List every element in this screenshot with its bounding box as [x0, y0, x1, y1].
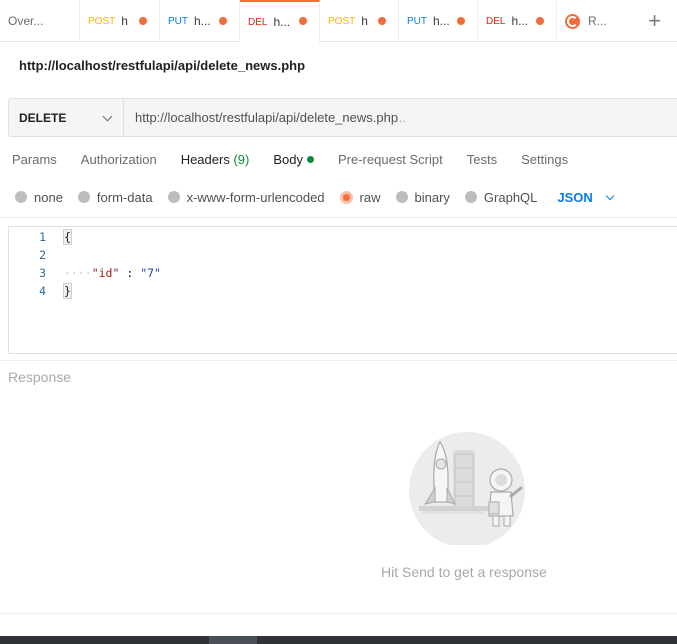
- code-text: {: [63, 229, 72, 245]
- tab-method: DEL: [486, 15, 506, 27]
- request-subtabs: Params Authorization Headers (9) Body Pr…: [12, 152, 592, 172]
- tab-put-request-2[interactable]: PUT h...: [399, 0, 478, 42]
- radio-raw[interactable]: raw: [339, 189, 381, 205]
- tab-headers[interactable]: Headers (9): [181, 152, 250, 172]
- json-key: "id": [91, 266, 120, 280]
- tab-label: h: [121, 14, 128, 28]
- code-line: 4 }: [9, 282, 677, 300]
- line-number: 4: [39, 284, 46, 298]
- line-number: 3: [39, 266, 46, 280]
- method-select[interactable]: DELETE: [9, 99, 124, 136]
- url-overflow-ellipsis: ...: [395, 110, 406, 125]
- tab-label: h...: [194, 14, 211, 28]
- tab-post-request-2[interactable]: POST h: [320, 0, 399, 42]
- close-brace: }: [63, 283, 72, 299]
- status-bar-segment[interactable]: [209, 636, 257, 644]
- radio-label: GraphQL: [483, 189, 538, 205]
- tab-method: PUT: [407, 15, 427, 27]
- tab-settings[interactable]: Settings: [521, 152, 568, 172]
- tab-prerequest-script[interactable]: Pre-request Script: [338, 152, 443, 172]
- radio-circle-icon: [167, 191, 180, 203]
- divider: [0, 360, 677, 361]
- radio-label: raw: [359, 189, 381, 205]
- new-tab-button[interactable]: +: [632, 0, 677, 41]
- tab-method: POST: [88, 15, 116, 27]
- line-number: 2: [39, 248, 46, 262]
- tab-label: h...: [511, 14, 529, 28]
- radio-circle-icon: [77, 191, 90, 203]
- divider: [0, 613, 677, 614]
- runner-icon: [565, 13, 580, 29]
- tab-body-label: Body: [273, 152, 303, 167]
- tab-params[interactable]: Params: [12, 152, 57, 172]
- chevron-down-icon: [102, 111, 113, 122]
- unsaved-dot-icon: [457, 17, 465, 25]
- tab-label: Over...: [8, 14, 44, 28]
- tab-authorization[interactable]: Authorization: [81, 152, 157, 172]
- radio-binary[interactable]: binary: [395, 189, 450, 205]
- indent-whitespace: ····: [64, 266, 92, 280]
- language-select[interactable]: JSON: [557, 189, 615, 205]
- tab-headers-label: Headers: [180, 152, 230, 167]
- tab-method: PUT: [168, 15, 188, 27]
- unsaved-dot-icon: [219, 17, 227, 25]
- tab-body[interactable]: Body: [273, 152, 314, 172]
- rocket-astronaut-icon: [409, 432, 525, 545]
- radio-circle-icon: [464, 191, 477, 203]
- code-line: 1 {: [9, 228, 677, 246]
- radio-label: binary: [414, 189, 450, 205]
- status-bar: [0, 636, 677, 644]
- tab-overview[interactable]: Over...: [0, 0, 80, 42]
- json-colon: :: [119, 266, 141, 280]
- radio-none[interactable]: none: [15, 190, 63, 205]
- tab-put-request[interactable]: PUT h...: [160, 0, 240, 42]
- tab-delete-request-2[interactable]: DEL h...: [478, 0, 557, 42]
- active-dot-icon: [306, 156, 314, 163]
- tab-method: POST: [328, 15, 356, 27]
- unsaved-dot-icon: [378, 17, 386, 25]
- tab-label: h...: [433, 14, 450, 28]
- tab-label: h...: [273, 15, 291, 29]
- tab-runner[interactable]: R...: [557, 0, 632, 42]
- tab-method: DEL: [248, 16, 268, 28]
- request-title[interactable]: http://localhost/restfulapi/api/delete_n…: [19, 58, 305, 73]
- radio-label: none: [34, 189, 63, 205]
- tab-label: R...: [588, 14, 607, 28]
- divider: [0, 217, 677, 218]
- radio-urlencoded[interactable]: x-www-form-urlencoded: [167, 189, 325, 205]
- tab-label: h: [361, 14, 368, 28]
- body-type-selector: none form-data x-www-form-urlencoded raw…: [15, 189, 615, 205]
- json-value: "7": [140, 266, 161, 280]
- radio-circle-icon: [15, 191, 27, 203]
- body-code-editor[interactable]: 1 { 2 3 ····"id" : "7" 4 }: [8, 226, 677, 354]
- code-line: 2: [9, 246, 677, 264]
- unsaved-dot-icon: [139, 17, 147, 25]
- radio-graphql[interactable]: GraphQL: [464, 189, 538, 205]
- code-text: }: [63, 283, 72, 299]
- code-text: ····"id" : "7": [64, 266, 161, 280]
- unsaved-dot-icon: [299, 17, 307, 25]
- radio-label: x-www-form-urlencoded: [186, 189, 325, 205]
- radio-circle-icon: [395, 191, 408, 203]
- tab-post-request[interactable]: POST h: [80, 0, 160, 42]
- url-field-wrap: ...: [124, 99, 677, 136]
- radio-selected-icon: [339, 190, 353, 204]
- language-label: JSON: [557, 189, 593, 205]
- response-hint: Hit Send to get a response: [381, 564, 547, 580]
- radio-label: form-data: [96, 189, 153, 205]
- url-input[interactable]: [124, 99, 404, 136]
- request-tab-bar: Over... POST h PUT h... DEL h... POST h …: [0, 0, 677, 42]
- tab-delete-request-active[interactable]: DEL h...: [240, 0, 320, 42]
- headers-count: (9): [233, 152, 250, 167]
- method-label: DELETE: [19, 110, 67, 125]
- response-title[interactable]: Response: [8, 369, 71, 385]
- chevron-down-icon: [605, 191, 615, 200]
- line-number: 1: [39, 230, 46, 244]
- code-line: 3 ····"id" : "7": [9, 264, 677, 282]
- tab-tests[interactable]: Tests: [467, 152, 497, 172]
- unsaved-dot-icon: [536, 17, 544, 25]
- radio-form-data[interactable]: form-data: [77, 189, 153, 205]
- url-bar: DELETE ...: [8, 98, 677, 137]
- open-brace: {: [63, 229, 72, 245]
